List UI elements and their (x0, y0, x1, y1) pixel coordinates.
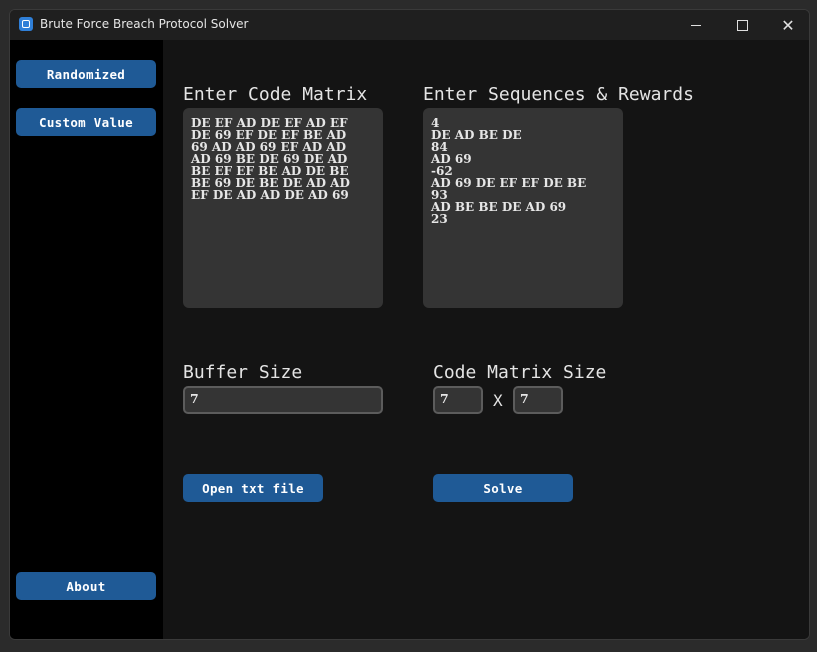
code-matrix-textbox[interactable]: DE EF AD DE EF AD EF DE 69 EF DE EF BE A… (183, 108, 383, 308)
close-button[interactable]: ✕ (765, 10, 809, 40)
matrix-size-x-label: X (493, 391, 503, 410)
buffer-size-input[interactable]: 7 (183, 386, 383, 414)
app-icon (19, 17, 33, 31)
custom-value-button[interactable]: Custom Value (16, 108, 156, 136)
close-icon: ✕ (781, 15, 795, 35)
window-title: Brute Force Breach Protocol Solver (40, 17, 249, 31)
open-txt-file-button[interactable]: Open txt file (183, 474, 323, 502)
sequences-heading: Enter Sequences & Rewards (423, 84, 694, 105)
about-button[interactable]: About (16, 572, 156, 600)
main-panel: Enter Code Matrix DE EF AD DE EF AD EF D… (163, 40, 809, 639)
buffer-size-heading: Buffer Size (183, 362, 303, 383)
code-matrix-size-heading: Code Matrix Size (433, 362, 607, 383)
minimize-icon (691, 24, 701, 26)
code-matrix-heading: Enter Code Matrix (183, 84, 368, 105)
maximize-icon (736, 19, 748, 31)
randomized-button[interactable]: Randomized (16, 60, 156, 88)
title-bar[interactable]: Brute Force Breach Protocol Solver ✕ (10, 10, 809, 40)
minimize-button[interactable] (673, 10, 719, 40)
matrix-rows-input[interactable]: 7 (433, 386, 483, 414)
sequences-textbox[interactable]: 4 DE AD BE DE 84 AD 69 -62 AD 69 DE EF E… (423, 108, 623, 308)
sidebar: Randomized Custom Value About (10, 40, 163, 639)
matrix-cols-input[interactable]: 7 (513, 386, 563, 414)
app-window: Brute Force Breach Protocol Solver ✕ Ran… (9, 9, 810, 640)
maximize-button[interactable] (719, 10, 765, 40)
solve-button[interactable]: Solve (433, 474, 573, 502)
